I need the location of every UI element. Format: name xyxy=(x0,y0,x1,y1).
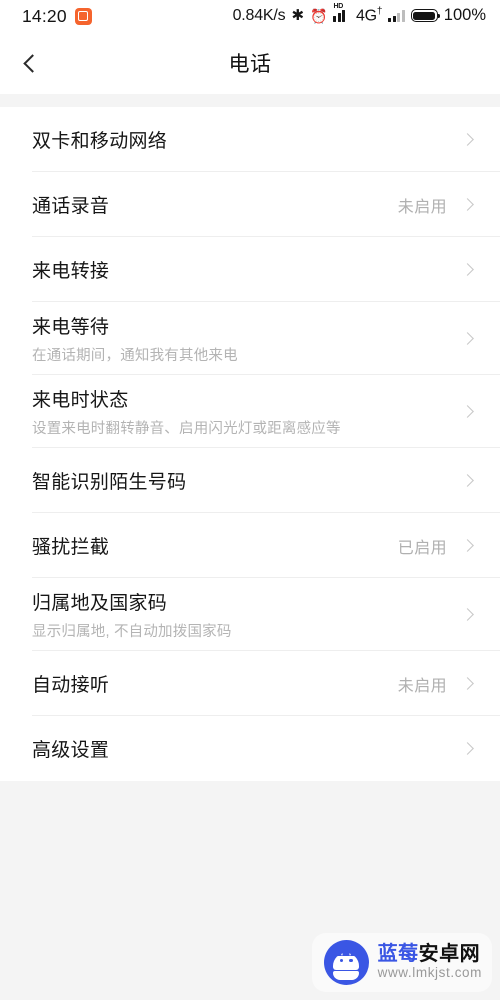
signal-bars-sim1-icon: HD xyxy=(333,3,350,23)
list-item-title: 骚扰拦截 xyxy=(32,537,110,558)
list-item-texts: 通话录音 xyxy=(32,191,398,218)
list-item-texts: 自动接听 xyxy=(32,670,398,697)
chevron-right-icon xyxy=(461,742,474,755)
site-watermark: 蓝莓安卓网 www.lmkjst.com xyxy=(311,933,492,992)
page-title: 电话 xyxy=(228,53,272,76)
alarm-app-icon xyxy=(74,7,92,25)
list-item-title: 归属地及国家码 xyxy=(32,593,168,614)
list-item[interactable]: 双卡和移动网络 xyxy=(0,107,500,172)
chevron-right-icon xyxy=(461,332,474,345)
status-clock: 14:20 xyxy=(22,5,67,26)
list-item-value: 未启用 xyxy=(397,677,447,695)
network-type-label: 4G† xyxy=(355,6,383,25)
chevron-right-icon xyxy=(461,198,474,211)
chevron-right-icon xyxy=(461,677,474,690)
list-item[interactable]: 来电等待 在通话期间，通知我有其他来电 xyxy=(0,302,500,375)
chevron-right-icon xyxy=(461,539,474,552)
chevron-right-icon xyxy=(461,133,474,146)
list-item-texts: 智能识别陌生号码 xyxy=(32,467,447,494)
list-item[interactable]: 自动接听 未启用 xyxy=(0,651,500,716)
list-item-title: 来电转接 xyxy=(32,261,110,282)
list-item-value: 未启用 xyxy=(397,198,447,216)
list-item-texts: 高级设置 xyxy=(32,735,447,762)
phone-screen: 14:20 0.84K/s ✱ ⏰ HD 4G† 100% 电话 双卡和移动网络… xyxy=(0,0,500,1000)
signal-bars-sim2-icon xyxy=(388,9,405,23)
list-item-texts: 归属地及国家码 显示归属地, 不自动加拨国家码 xyxy=(32,588,447,641)
chevron-right-icon xyxy=(461,263,474,276)
list-item[interactable]: 来电转接 xyxy=(0,237,500,302)
list-item-texts: 来电等待 在通话期间，通知我有其他来电 xyxy=(32,312,447,365)
list-item-subtitle: 显示归属地, 不自动加拨国家码 xyxy=(32,624,232,640)
list-item-title: 高级设置 xyxy=(32,740,110,761)
list-item[interactable]: 通话录音 未启用 xyxy=(0,172,500,237)
list-item-texts: 骚扰拦截 xyxy=(32,532,398,559)
status-bar: 14:20 0.84K/s ✱ ⏰ HD 4G† 100% xyxy=(0,0,500,32)
list-item[interactable]: 骚扰拦截 已启用 xyxy=(0,513,500,578)
list-item-title: 来电等待 xyxy=(32,317,110,338)
watermark-brand: 蓝莓安卓网 xyxy=(378,944,482,965)
list-item-texts: 双卡和移动网络 xyxy=(32,126,447,153)
list-item-subtitle: 在通话期间，通知我有其他来电 xyxy=(32,348,238,364)
list-item-title: 来电时状态 xyxy=(32,390,129,411)
list-item-value: 已启用 xyxy=(397,539,447,557)
battery-percent-label: 100% xyxy=(443,6,486,25)
list-item[interactable]: 来电时状态 设置来电时翻转静音、启用闪光灯或距离感应等 xyxy=(0,375,500,448)
status-bar-left: 14:20 xyxy=(22,6,92,27)
watermark-text: 蓝莓安卓网 www.lmkjst.com xyxy=(378,944,482,981)
watermark-brand-black: 安卓网 xyxy=(418,943,481,966)
list-item-subtitle: 设置来电时翻转静音、启用闪光灯或距离感应等 xyxy=(32,421,341,437)
hd-label: HD xyxy=(333,3,343,11)
list-item-texts: 来电转接 xyxy=(32,256,447,283)
list-item-title: 自动接听 xyxy=(32,675,110,696)
list-item[interactable]: 高级设置 xyxy=(0,716,500,781)
chevron-right-icon xyxy=(461,608,474,621)
alarm-icon: ⏰ xyxy=(310,7,328,24)
title-bar: 电话 xyxy=(0,32,500,94)
chevron-right-icon xyxy=(461,474,474,487)
battery-icon xyxy=(410,9,441,23)
watermark-url: www.lmkjst.com xyxy=(377,965,482,981)
settings-list: 双卡和移动网络 通话录音 未启用 来电转接 来电等待 在通话期间，通知我有其他来… xyxy=(0,107,500,781)
list-item[interactable]: 智能识别陌生号码 xyxy=(0,448,500,513)
network-speed-label: 0.84K/s xyxy=(232,6,286,24)
list-item-texts: 来电时状态 设置来电时翻转静音、启用闪光灯或距离感应等 xyxy=(32,385,447,438)
list-item-title: 双卡和移动网络 xyxy=(32,131,168,152)
list-item-title: 通话录音 xyxy=(32,196,110,217)
section-gap xyxy=(0,94,500,107)
status-bar-right: 0.84K/s ✱ ⏰ HD 4G† 100% xyxy=(232,3,486,25)
watermark-brand-blue: 蓝莓 xyxy=(377,943,419,966)
chevron-right-icon xyxy=(461,405,474,418)
list-item-title: 智能识别陌生号码 xyxy=(32,472,187,493)
back-button[interactable] xyxy=(0,32,60,94)
chevron-left-icon xyxy=(22,53,42,73)
list-item[interactable]: 归属地及国家码 显示归属地, 不自动加拨国家码 xyxy=(0,578,500,651)
android-robot-crown-icon xyxy=(323,940,369,985)
bluetooth-icon: ✱ xyxy=(291,7,305,25)
